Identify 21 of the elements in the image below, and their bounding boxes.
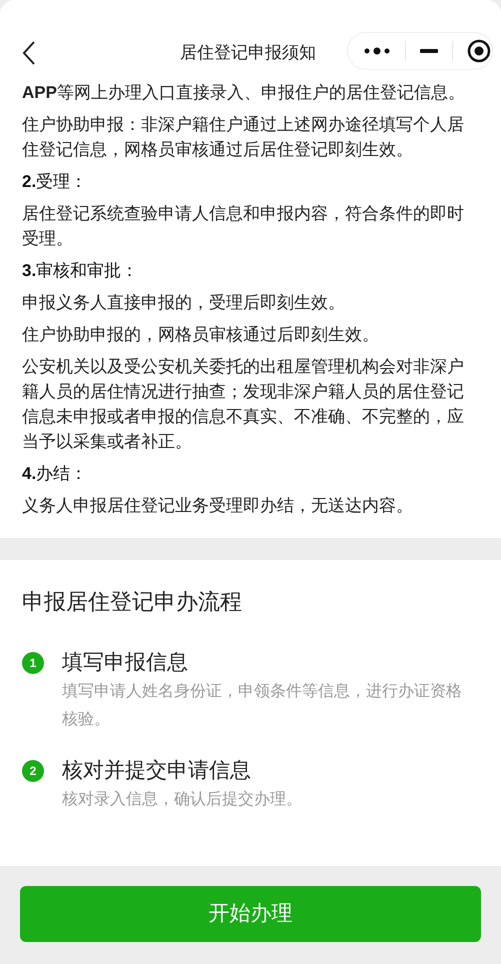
paragraph: 义务人申报居住登记业务受理即办结，无送达内容。 (22, 495, 414, 517)
paragraph: 申报义务人直接申报的，受理后即刻生效。 (22, 292, 346, 314)
back-icon[interactable] (22, 40, 36, 66)
paragraph: 公安机关以及受公安机关委托的出租屋管理机构会对非深户籍人员的居住情况进行抽查；发现非深户籍人员的居住登记信息未申报或者申报的信息不真实、不准确、不完整的，应当予以采集或者补正。 (22, 356, 465, 453)
start-button[interactable]: 开始办理 (20, 886, 481, 942)
section-heading: 3.审核和审批： (22, 260, 140, 282)
section-heading: 2.受理： (22, 171, 88, 193)
step-description: 填写申请人姓名身份证，申领条件等信息，进行办证资格核验。 (62, 682, 463, 730)
paragraph: APP等网上办理入口直接录入、申报住户的居住登记信息。 (22, 82, 466, 104)
paragraph: 住户协助申报的，网格员审核通过后即刻生效。 (22, 324, 380, 346)
paragraph: 住户协助申报：非深户籍住户通过上述网办途径填写个人居住登记信息，网格员审核通过后居住登记即刻生效。 (22, 114, 465, 161)
more-icon[interactable] (363, 47, 391, 55)
process-title: 申报居住登记申办流程 (22, 588, 243, 616)
step-number-badge: 2 (22, 760, 44, 782)
page-title: 居住登记申报须知 (180, 42, 316, 64)
section-heading: 4.办结： (22, 463, 88, 485)
step-description: 核对录入信息，确认后提交办理。 (62, 790, 302, 810)
step-title: 填写申报信息 (62, 650, 189, 676)
paragraph: 居住登记系统查验申请人信息和申报内容，符合条件的即时受理。 (22, 203, 465, 250)
step-title: 核对并提交申请信息 (62, 758, 252, 784)
step-number-badge: 1 (22, 652, 44, 674)
